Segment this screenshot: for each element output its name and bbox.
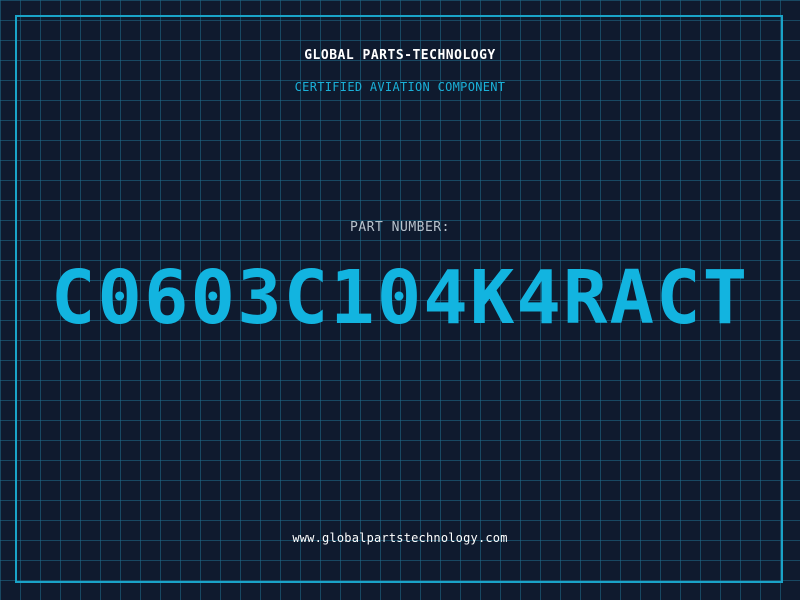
company-name: GLOBAL PARTS-TECHNOLOGY [304, 48, 496, 63]
website-url: www.globalpartstechnology.com [292, 531, 508, 545]
part-number-label: PART NUMBER: [350, 220, 450, 235]
certificate-canvas: GLOBAL PARTS-TECHNOLOGY CERTIFIED AVIATI… [0, 0, 800, 600]
certification-tagline: CERTIFIED AVIATION COMPONENT [294, 80, 506, 94]
part-number-value: C0603C104K4RACT [50, 255, 750, 341]
